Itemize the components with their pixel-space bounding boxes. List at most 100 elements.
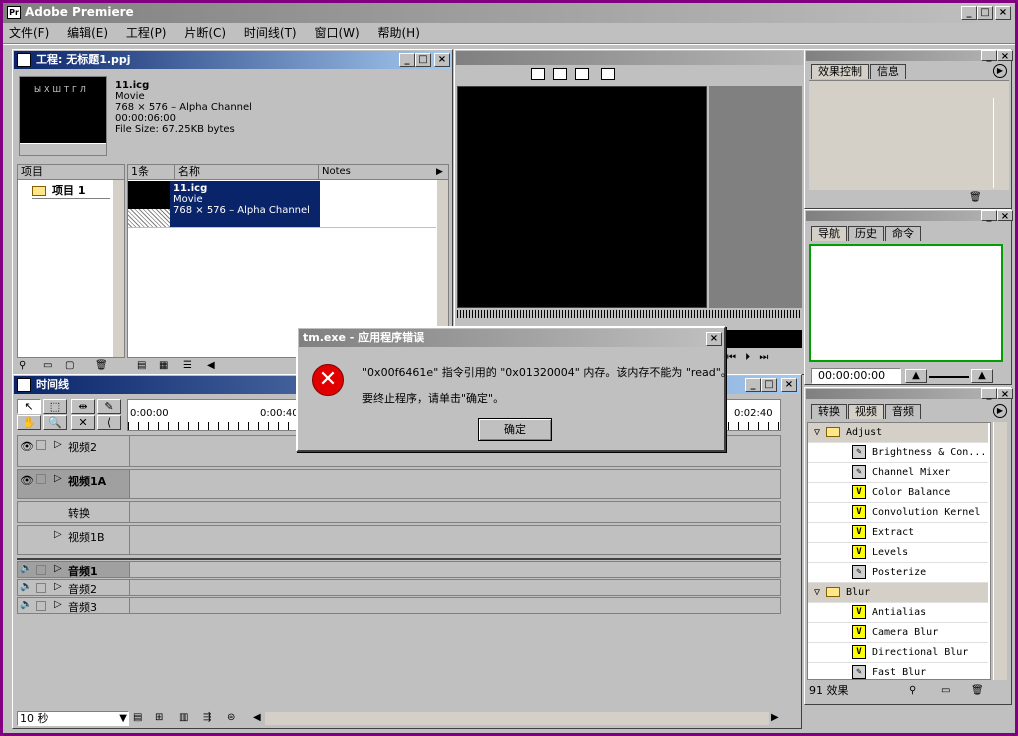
range-select-tool-icon[interactable]: ⬚	[43, 399, 67, 414]
tab-info[interactable]: 信息	[870, 64, 906, 79]
menu-help[interactable]: 帮助(H)	[378, 26, 420, 40]
effect-item[interactable]: ✎ Fast Blur	[808, 663, 988, 679]
timeline-minimize-button[interactable]: _	[745, 378, 761, 392]
effect-item[interactable]: V Convolution Kernel	[808, 503, 988, 523]
find-icon[interactable]: ⚲	[909, 684, 916, 698]
tab-history[interactable]: 历史	[848, 226, 884, 241]
clip-row[interactable]: 11.icg Movie 768 × 576 – Alpha Channel	[128, 181, 436, 228]
speaker-icon[interactable]: 🔈	[20, 599, 32, 610]
effects-minimize-button[interactable]: _	[981, 388, 997, 400]
hand-tool-icon[interactable]: ✋	[17, 415, 41, 430]
expand-triangle-icon[interactable]: ▷	[54, 563, 62, 574]
navigator-view[interactable]	[809, 244, 1003, 362]
selection-tool-icon[interactable]: ↖	[17, 399, 41, 414]
in-out-tool-icon[interactable]: ⟨	[97, 415, 121, 430]
effect-item[interactable]: ✎ Brightness & Con...	[808, 443, 988, 463]
shift-tracks-icon[interactable]: ⇶	[203, 712, 211, 723]
effects-close-button[interactable]: ×	[997, 388, 1013, 400]
project-maximize-button[interactable]: □	[415, 53, 431, 67]
track-audio2[interactable]: 🔈 ▷ 音频2	[17, 579, 781, 596]
zoom-select[interactable]: 10 秒 ▼	[17, 711, 129, 726]
tab-video[interactable]: 视频	[848, 404, 884, 419]
effect-item[interactable]: V Directional Blur	[808, 643, 988, 663]
effect-item[interactable]: V Camera Blur	[808, 623, 988, 643]
column-notes[interactable]: Notes	[318, 165, 438, 179]
lock-box[interactable]	[36, 474, 46, 484]
navigator-close-button[interactable]: ×	[997, 210, 1013, 222]
error-dialog-close-button[interactable]: ×	[706, 332, 722, 346]
track-audio1[interactable]: 🔈 ▷ 音频1	[17, 561, 781, 578]
project-minimize-button[interactable]: _	[399, 53, 415, 67]
effect-item[interactable]: V Antialias	[808, 603, 988, 623]
navigator-minimize-button[interactable]: _	[981, 210, 997, 222]
thumbnail-view-icon[interactable]: ▤	[137, 360, 146, 372]
scroll-left-icon[interactable]: ◀	[207, 360, 215, 372]
single-view-icon[interactable]	[553, 68, 567, 80]
list-view-icon[interactable]: ☰	[183, 360, 192, 372]
scroll-right-icon[interactable]: ▶	[771, 712, 779, 723]
lock-box[interactable]	[36, 440, 46, 450]
menu-timeline[interactable]: 时间线(T)	[244, 26, 297, 40]
effect-controls-scrollbar[interactable]	[993, 98, 1007, 188]
snap-icon[interactable]: ⊞	[155, 712, 163, 723]
column-count[interactable]: 1条	[131, 165, 149, 179]
lock-box[interactable]	[36, 601, 46, 611]
navigator-zoom-slider[interactable]	[929, 376, 969, 378]
track-transition[interactable]: 转换	[17, 501, 781, 523]
effect-item[interactable]: ✎ Channel Mixer	[808, 463, 988, 483]
expand-triangle-icon[interactable]: ▷	[54, 473, 62, 484]
icon-view-icon[interactable]: ▦	[159, 360, 168, 372]
menu-edit[interactable]: 编辑(E)	[67, 26, 108, 40]
palette-menu-icon[interactable]: ▶	[993, 64, 1007, 78]
trim-view-icon[interactable]	[575, 68, 589, 80]
track-select-tool-icon[interactable]: ⇹	[71, 399, 95, 414]
zoom-in-icon[interactable]: ▲	[971, 369, 993, 383]
tab-effect-controls[interactable]: 效果控制	[811, 64, 869, 79]
razor-tool-icon[interactable]: ✎	[97, 399, 121, 414]
minimize-button[interactable]: _	[961, 6, 977, 20]
zoom-tool-icon[interactable]: 🔍	[43, 415, 67, 430]
expand-triangle-icon[interactable]: ▷	[54, 599, 62, 610]
effects-scrollbar[interactable]	[993, 422, 1007, 680]
new-item-icon[interactable]: ▢	[65, 360, 74, 372]
speaker-icon[interactable]: 🔈	[20, 563, 32, 574]
lock-box[interactable]	[36, 583, 46, 593]
effect-item[interactable]: V Color Balance	[808, 483, 988, 503]
thumbnail-play-bar[interactable]	[20, 143, 106, 155]
track-options-icon[interactable]: ▤	[133, 712, 142, 723]
trim-mode-icon[interactable]	[601, 68, 615, 80]
find-icon[interactable]: ⚲	[19, 360, 26, 372]
monitor-scrub-bar[interactable]	[457, 310, 802, 318]
close-button[interactable]: ×	[995, 6, 1011, 20]
palette-menu-icon[interactable]: ▶	[993, 404, 1007, 418]
effect-controls-minimize-button[interactable]: _	[981, 50, 997, 62]
bin-item[interactable]: 项目 1	[32, 183, 110, 199]
expand-triangle-icon[interactable]: ▷	[54, 529, 62, 540]
track-audio3[interactable]: 🔈 ▷ 音频3	[17, 597, 781, 614]
effect-item[interactable]: V Extract	[808, 523, 988, 543]
tab-audio[interactable]: 音频	[885, 404, 921, 419]
menu-file[interactable]: 文件(F)	[9, 26, 49, 40]
trash-icon[interactable]: 🗑	[969, 192, 982, 203]
effect-group-adjust[interactable]: ▽ Adjust	[808, 423, 988, 443]
columns-scroll-right-icon[interactable]: ▶	[436, 165, 443, 179]
new-folder-icon[interactable]: ▭	[941, 684, 950, 698]
tab-navigator[interactable]: 导航	[811, 226, 847, 241]
ok-button[interactable]: 确定	[478, 418, 552, 441]
tab-commands[interactable]: 命令	[885, 226, 921, 241]
lock-box[interactable]	[36, 565, 46, 575]
sync-mode-icon[interactable]: ⊜	[227, 712, 235, 723]
effect-item[interactable]: V Levels	[808, 543, 988, 563]
edge-view-icon[interactable]: ▥	[179, 712, 188, 723]
column-name[interactable]: 名称	[174, 165, 200, 179]
delete-icon[interactable]: 🗑	[95, 360, 108, 372]
eye-icon[interactable]: 👁	[20, 440, 34, 453]
navigator-timecode-field[interactable]: 00:00:00:00	[811, 368, 901, 384]
new-bin-icon[interactable]: ▭	[43, 360, 52, 372]
menu-window[interactable]: 窗口(W)	[314, 26, 359, 40]
tab-transitions[interactable]: 转换	[811, 404, 847, 419]
timeline-hscrollbar[interactable]	[265, 712, 769, 725]
timeline-close-button[interactable]: ×	[781, 378, 797, 392]
timeline-maximize-button[interactable]: □	[761, 378, 777, 392]
menu-clip[interactable]: 片断(C)	[184, 26, 226, 40]
